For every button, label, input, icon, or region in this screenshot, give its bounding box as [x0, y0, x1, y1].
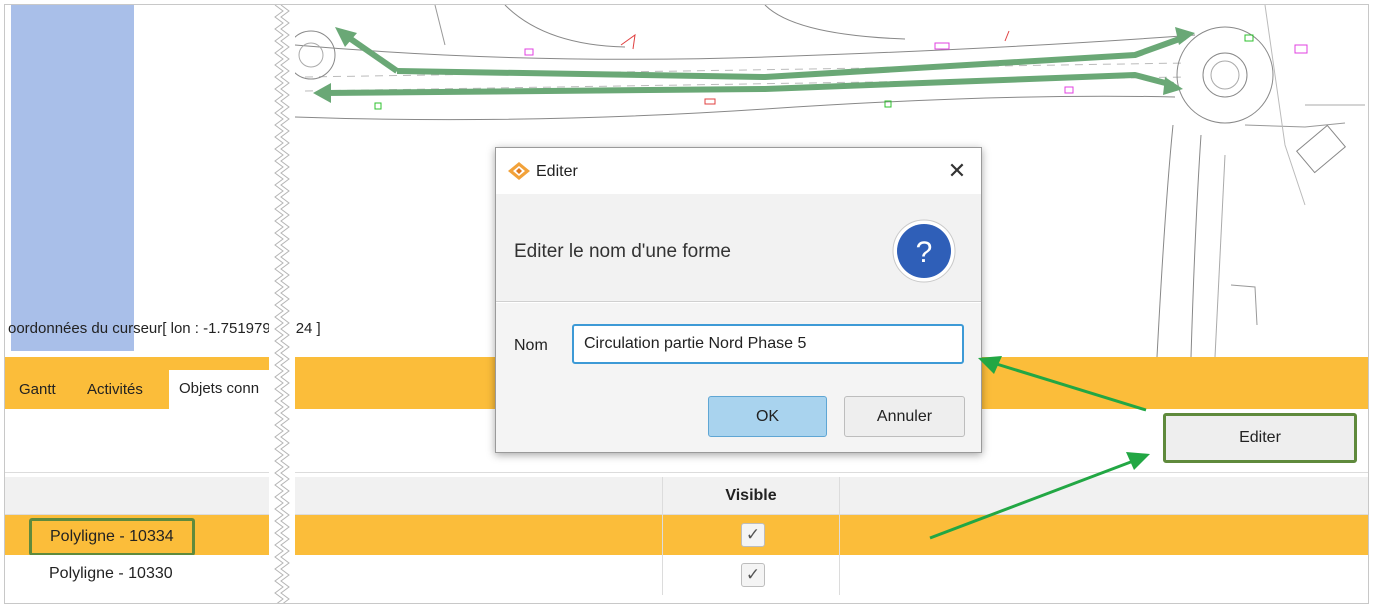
tab-activites[interactable]: Activités [87, 381, 143, 398]
row-name: Polyligne - 10334 [29, 518, 195, 556]
table-row[interactable]: Polyligne - 10330 ✓ [5, 555, 1368, 595]
tab-objets-connectes[interactable]: Objets conn [169, 370, 270, 409]
dialog-body: Nom OK Annuler [496, 303, 981, 452]
app-logo-icon [508, 162, 530, 180]
side-blue-panel [11, 5, 134, 351]
name-label: Nom [514, 337, 548, 354]
visible-checkbox[interactable]: ✓ [741, 563, 765, 587]
row-name: Polyligne - 10330 [49, 565, 173, 582]
visible-checkbox[interactable]: ✓ [741, 523, 765, 547]
edit-button[interactable]: Editer [1163, 413, 1357, 463]
edit-dialog: Editer ✕ Editer le nom d'une forme ? Nom… [495, 147, 982, 453]
table-row[interactable]: Polyligne - 10334 ✓ [5, 515, 1368, 556]
ok-button[interactable]: OK [708, 396, 827, 437]
app-window: oordonnées du curseur[ lon : -1.75197943… [4, 4, 1369, 604]
dialog-titlebar[interactable]: Editer ✕ [496, 148, 981, 194]
close-icon[interactable]: ✕ [944, 158, 970, 184]
column-header-visible[interactable]: Visible [662, 477, 840, 515]
dialog-title: Editer [536, 163, 578, 180]
svg-text:?: ? [916, 236, 933, 269]
tab-gantt[interactable]: Gantt [19, 381, 56, 398]
table-header: Visible [5, 477, 1368, 515]
dialog-header-text: Editer le nom d'une forme [514, 241, 731, 262]
cancel-button[interactable]: Annuler [844, 396, 965, 437]
cut-separator [269, 5, 295, 603]
dialog-header: Editer le nom d'une forme ? [496, 194, 981, 302]
question-icon: ? [892, 219, 956, 283]
name-input[interactable] [572, 324, 964, 364]
